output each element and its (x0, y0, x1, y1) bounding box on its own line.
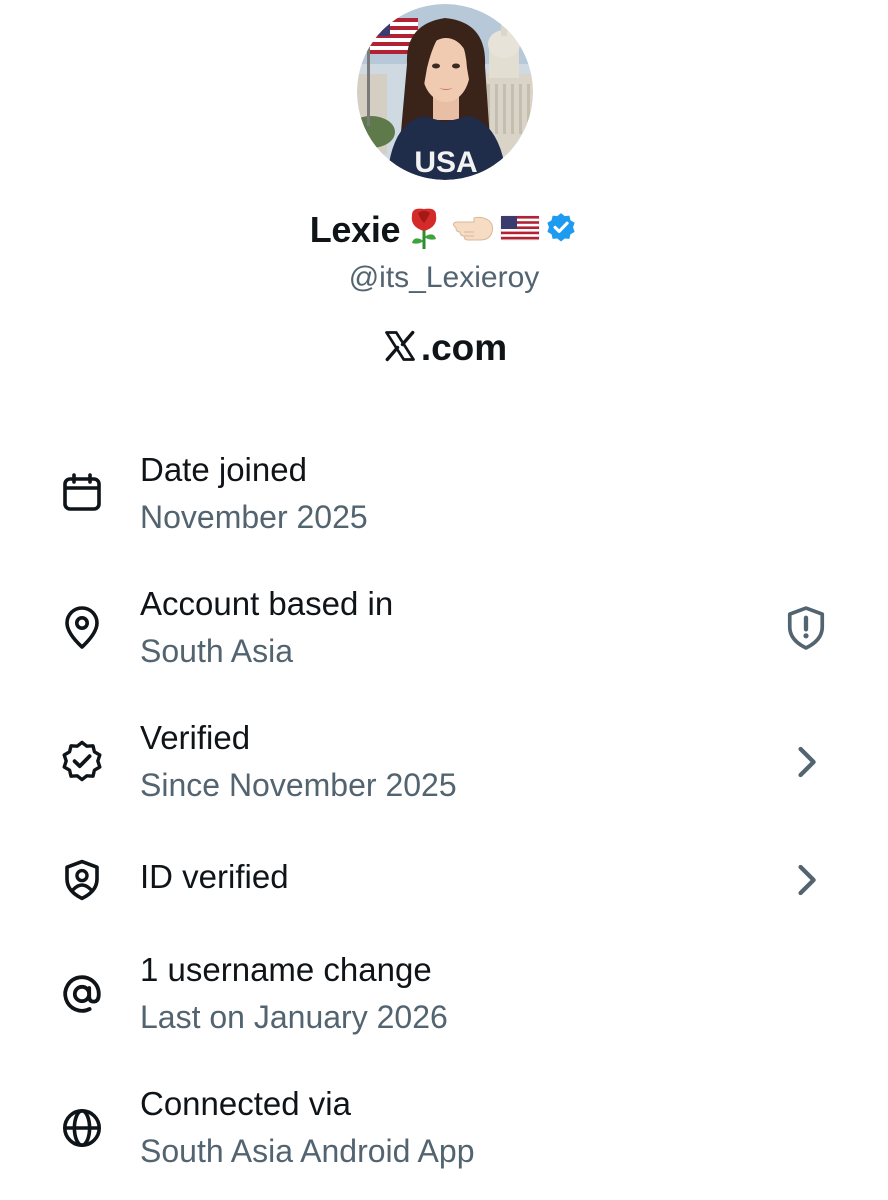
calendar-icon (58, 470, 106, 518)
account-based-in-value: South Asia (140, 633, 293, 669)
hand-pointing-left-emoji-icon (448, 210, 496, 251)
avatar-shirt-text: USA (414, 146, 477, 179)
date-joined-value: November 2025 (140, 499, 368, 535)
profile-handle: @its_Lexieroy (348, 261, 540, 294)
location-pin-icon (58, 604, 106, 652)
us-flag-emoji-icon (500, 213, 540, 248)
rose-emoji-icon (404, 205, 444, 256)
globe-icon (58, 1104, 106, 1152)
date-joined-label: Date joined (140, 451, 307, 488)
info-row-id-verified[interactable]: ID verified (0, 852, 888, 912)
at-sign-icon (58, 970, 106, 1018)
id-shield-icon (58, 856, 106, 904)
verified-badge-outline-icon (58, 738, 106, 786)
account-based-in-label: Account based in (140, 585, 394, 622)
shield-alert-icon[interactable] (780, 602, 832, 654)
username-change-value: Last on January 2026 (140, 999, 448, 1035)
verified-value: Since November 2025 (140, 767, 457, 803)
chevron-right-icon[interactable] (780, 736, 832, 788)
chevron-right-icon[interactable] (780, 854, 832, 906)
connected-via-value: South Asia Android App (140, 1133, 475, 1169)
username-change-label: 1 username change (140, 951, 432, 988)
x-com-text: .com (420, 327, 508, 368)
id-verified-label: ID verified (140, 858, 289, 895)
profile-avatar[interactable]: USA (357, 4, 533, 180)
x-logo-icon (381, 328, 419, 369)
x-com-label: .com (0, 322, 888, 374)
verified-label: Verified (140, 719, 251, 756)
info-row-date-joined: Date joined November 2025 (0, 448, 888, 548)
display-name: Lexie (309, 209, 401, 250)
profile-name-row: Lexie (0, 205, 888, 255)
info-row-connected-via: Connected via South Asia Android App (0, 1082, 888, 1182)
verified-badge-icon[interactable] (544, 211, 578, 250)
info-row-verified[interactable]: Verified Since November 2025 (0, 716, 888, 816)
connected-via-label: Connected via (140, 1085, 351, 1122)
info-row-username-change: 1 username change Last on January 2026 (0, 948, 888, 1048)
info-row-account-based-in[interactable]: Account based in South Asia (0, 582, 888, 682)
